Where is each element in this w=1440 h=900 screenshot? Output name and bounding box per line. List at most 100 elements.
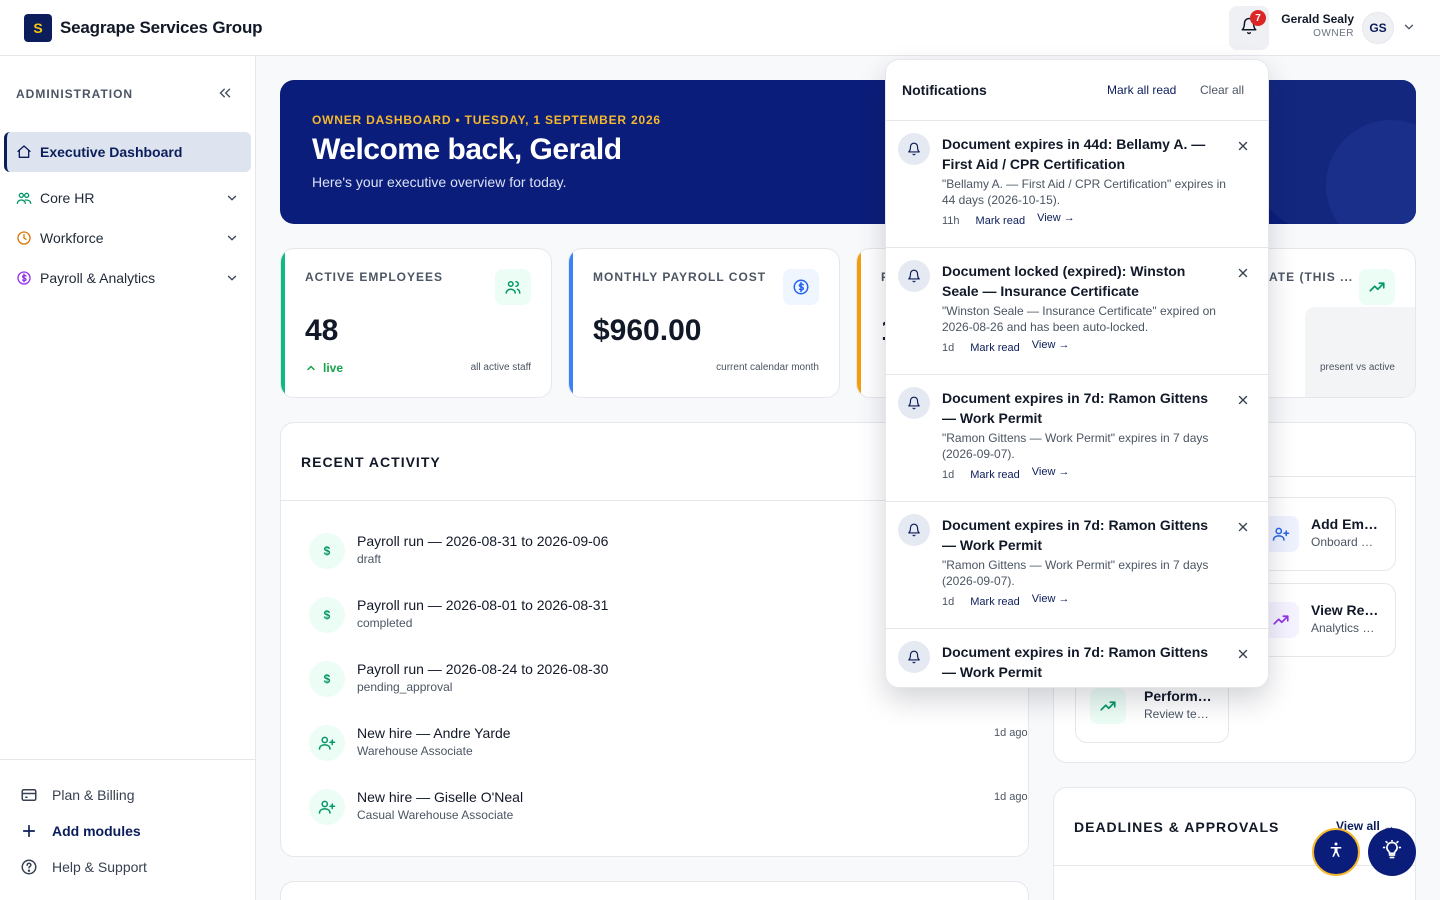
lightbulb-icon xyxy=(1382,838,1402,865)
bell-icon xyxy=(898,641,930,673)
home-icon xyxy=(16,144,32,160)
stat-trend-label: live xyxy=(323,361,344,375)
notification-count-badge: 7 xyxy=(1250,10,1266,26)
quick-action-title: View Re… xyxy=(1311,602,1379,618)
view-link[interactable]: View → xyxy=(1032,466,1070,481)
notification-item[interactable]: Document expires in 7d: Ramon Gittens — … xyxy=(886,502,1268,629)
dollar-icon: $ xyxy=(309,597,345,633)
tips-button[interactable] xyxy=(1368,828,1416,876)
sidebar-item-label: Workforce xyxy=(40,230,104,246)
plus-icon xyxy=(20,822,40,840)
close-icon[interactable] xyxy=(1236,393,1250,412)
quick-action-title: Perform… xyxy=(1144,688,1212,704)
notification-title: Document locked (expired): Winston Seale… xyxy=(942,263,1186,299)
mark-read-button[interactable]: Mark read xyxy=(970,596,1020,608)
quick-action-view-reports[interactable]: View Re… Analytics … xyxy=(1254,583,1396,657)
notification-item[interactable]: Document expires in 7d: Ramon Gittens — … xyxy=(886,375,1268,502)
stat-label: ACTIVE EMPLOYEES xyxy=(305,270,444,284)
sidebar-item-core-hr[interactable]: Core HR xyxy=(4,178,251,218)
notification-body: "Bellamy A. — First Aid / CPR Certificat… xyxy=(942,177,1226,207)
top-bar: S Seagrape Services Group xyxy=(0,0,1440,56)
activity-status: pending_approval xyxy=(357,680,453,694)
close-icon[interactable] xyxy=(1236,139,1250,158)
dollar-icon: $ xyxy=(309,661,345,697)
sidebar-item-label: Core HR xyxy=(40,190,95,206)
stat-value: $960.00 xyxy=(593,314,702,347)
close-icon[interactable] xyxy=(1236,266,1250,285)
notification-item[interactable]: Document expires in 7d: Ramon Gittens — … xyxy=(886,629,1268,687)
view-link[interactable]: View → xyxy=(1037,212,1075,227)
help-support-link[interactable]: Help & Support xyxy=(20,858,147,876)
quick-action-sub: Review te… xyxy=(1144,707,1209,721)
add-modules-link[interactable]: Add modules xyxy=(20,822,141,840)
dollar-icon xyxy=(16,270,32,286)
list-item[interactable]: New hire — Andre Yarde Warehouse Associa… xyxy=(309,725,1028,765)
dollar-icon: $ xyxy=(309,533,345,569)
notification-body: "Ramon Gittens — Work Permit" expires in… xyxy=(942,558,1209,588)
people-icon xyxy=(16,190,32,206)
next-card xyxy=(280,881,1029,900)
banner-eyebrow: OWNER DASHBOARD • TUESDAY, 1 SEPTEMBER 2… xyxy=(312,113,661,127)
brand[interactable]: S Seagrape Services Group xyxy=(24,13,263,42)
notifications-button[interactable]: 7 xyxy=(1229,6,1269,50)
notification-meta: 1d Mark read View → xyxy=(942,593,1070,608)
accessibility-button[interactable] xyxy=(1312,828,1360,876)
close-icon[interactable] xyxy=(1236,520,1250,539)
plan-billing-link[interactable]: Plan & Billing xyxy=(20,786,135,804)
activity-status: draft xyxy=(357,552,382,566)
trend-up-icon xyxy=(1090,688,1126,724)
close-icon[interactable] xyxy=(1236,647,1250,666)
mark-read-button[interactable]: Mark read xyxy=(970,469,1020,481)
user-menu[interactable]: Gerald Sealy OWNER xyxy=(1270,12,1354,39)
notification-body: "Ramon Gittens — Work Permit" expires in… xyxy=(942,684,1226,687)
notification-body: "Ramon Gittens — Work Permit" expires in… xyxy=(942,431,1209,461)
activity-title: Payroll run — 2026-08-24 to 2026-08-30 xyxy=(357,661,609,677)
mark-read-button[interactable]: Mark read xyxy=(976,215,1026,227)
notification-item[interactable]: Document locked (expired): Winston Seale… xyxy=(886,248,1268,375)
bell-icon xyxy=(898,514,930,546)
notifications-title: Notifications xyxy=(902,82,987,98)
bell-icon xyxy=(898,260,930,292)
help-icon xyxy=(20,858,40,876)
notifications-panel: Notifications Mark all read Clear all Do… xyxy=(885,59,1269,688)
bell-icon xyxy=(898,133,930,165)
deadlines-card: DEADLINES & APPROVALS View all → xyxy=(1053,787,1416,900)
stat-value: 48 xyxy=(305,314,339,347)
notifications-header: Notifications Mark all read Clear all xyxy=(886,60,1268,121)
stat-accent-bar xyxy=(857,249,861,397)
activity-title: New hire — Andre Yarde xyxy=(357,725,511,741)
divider xyxy=(1054,865,1415,866)
stat-background-shape xyxy=(1305,307,1415,397)
clear-all-button[interactable]: Clear all xyxy=(1200,83,1244,97)
add-modules-label: Add modules xyxy=(52,823,141,839)
activity-title: Payroll run — 2026-08-31 to 2026-09-06 xyxy=(357,533,609,549)
notification-title: Document expires in 44d: Bellamy A. — Fi… xyxy=(942,136,1206,172)
accessibility-icon xyxy=(1327,841,1345,864)
mark-read-button[interactable]: Mark read xyxy=(970,342,1020,354)
sidebar-item-executive-dashboard[interactable]: Executive Dashboard xyxy=(4,132,251,172)
mark-all-read-button[interactable]: Mark all read xyxy=(1107,83,1176,97)
collapse-sidebar-icon[interactable] xyxy=(216,84,234,107)
stat-card-monthly-payroll-cost[interactable]: MONTHLY PAYROLL COST $960.00 current cal… xyxy=(568,248,840,398)
chevron-down-icon[interactable] xyxy=(1402,20,1416,39)
list-item[interactable]: New hire — Giselle O'Neal Casual Warehou… xyxy=(309,789,1028,829)
sidebar-item-payroll-analytics[interactable]: Payroll & Analytics xyxy=(4,258,251,298)
stat-label: ATE (THIS ... xyxy=(1269,270,1354,284)
clock-icon xyxy=(16,230,32,246)
quick-action-add-employee[interactable]: Add Em… Onboard … xyxy=(1254,497,1396,571)
view-link[interactable]: View → xyxy=(1032,339,1070,354)
sidebar: ADMINISTRATION Executive Dashboard Core … xyxy=(0,56,256,900)
notification-item[interactable]: Document expires in 44d: Bellamy A. — Fi… xyxy=(886,121,1268,248)
notification-title: Document expires in 7d: Ramon Gittens — … xyxy=(942,644,1209,680)
activity-role: Warehouse Associate xyxy=(357,744,473,758)
view-link[interactable]: View → xyxy=(1032,593,1070,608)
notification-age: 1d xyxy=(942,596,955,608)
activity-time: 1d ago xyxy=(994,791,1028,803)
chevron-down-icon xyxy=(225,191,239,208)
avatar[interactable]: GS xyxy=(1362,12,1394,44)
sidebar-item-workforce[interactable]: Workforce xyxy=(4,218,251,258)
stat-card-active-employees[interactable]: ACTIVE EMPLOYEES 48 live all active staf… xyxy=(280,248,552,398)
chevron-up-icon xyxy=(305,362,317,374)
plan-billing-label: Plan & Billing xyxy=(52,787,135,803)
stat-accent-bar xyxy=(569,249,573,397)
